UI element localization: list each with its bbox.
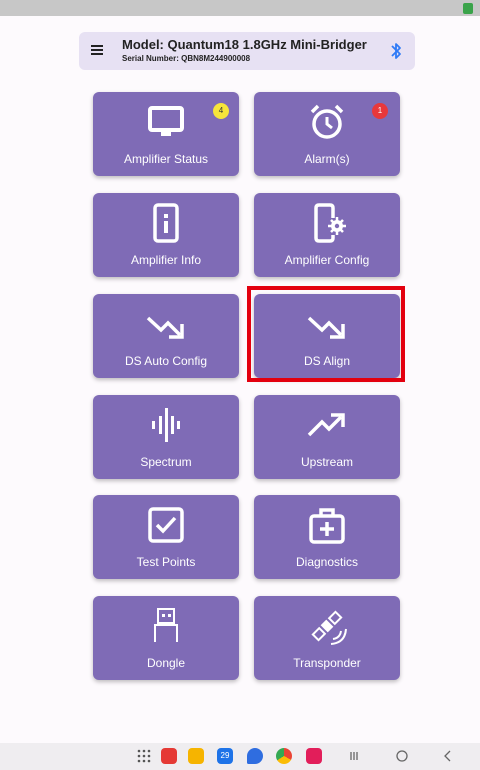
tile-label: Transponder (293, 656, 361, 670)
tile-dongle[interactable]: Dongle (93, 596, 239, 680)
alarm-count-badge: 1 (372, 103, 388, 119)
tile-label: Diagnostics (295, 555, 359, 569)
tile-label: Alarm(s) (304, 152, 350, 166)
tile-upstream[interactable]: Upstream (254, 395, 400, 479)
status-count-badge: 4 (213, 103, 229, 119)
app-drawer-icon[interactable] (136, 748, 152, 764)
tile-label: Dongle (146, 656, 186, 670)
tile-label: Amplifier Config (284, 253, 370, 267)
tile-label: DS Auto Config (124, 354, 208, 368)
folder-app-icon[interactable] (188, 748, 204, 764)
waveform-icon (152, 408, 180, 442)
tile-label: Upstream (300, 455, 353, 469)
tile-ds-align[interactable]: DS Align (254, 294, 400, 378)
tile-spectrum[interactable]: Spectrum (93, 395, 239, 479)
trending-up-icon (307, 413, 345, 437)
status-bar (0, 0, 480, 16)
tile-label: DS Align (303, 354, 351, 368)
menu-icon[interactable] (91, 45, 103, 55)
tile-label: Amplifier Info (130, 253, 202, 267)
tile-amplifier-config[interactable]: Amplifier Config (254, 193, 400, 277)
tile-diagnostics[interactable]: Diagnostics (254, 495, 400, 579)
messages-icon[interactable] (247, 748, 263, 764)
app-header: Model: Quantum18 1.8GHz Mini-Bridger Ser… (79, 32, 415, 70)
first-aid-kit-icon (309, 508, 345, 544)
trending-down-icon (307, 316, 345, 339)
device-settings-icon (314, 203, 346, 243)
tile-transponder[interactable]: Transponder (254, 596, 400, 680)
serial-number: Serial Number: QBN8M244900008 (122, 54, 251, 63)
usb-dongle-icon (154, 608, 178, 642)
tile-label: Amplifier Status (123, 152, 209, 166)
alarm-clock-icon (310, 104, 344, 139)
tile-label: Test Points (136, 555, 196, 569)
camera-app-icon[interactable] (306, 748, 322, 764)
model-title: Model: Quantum18 1.8GHz Mini-Bridger (122, 37, 367, 52)
tile-test-points[interactable]: Test Points (93, 495, 239, 579)
monitor-icon (148, 106, 184, 136)
recent-apps-icon[interactable] (346, 748, 362, 764)
back-icon[interactable] (440, 748, 456, 764)
system-taskbar: 29 (0, 743, 480, 770)
battery-icon (463, 3, 473, 14)
chrome-icon[interactable] (276, 748, 292, 764)
checkbox-icon (148, 507, 184, 543)
tile-amplifier-info[interactable]: Amplifier Info (93, 193, 239, 277)
satellite-icon (311, 610, 347, 645)
calendar-icon[interactable]: 29 (217, 748, 233, 764)
tile-alarms[interactable]: 1 Alarm(s) (254, 92, 400, 176)
home-icon[interactable] (394, 748, 410, 764)
tile-ds-auto-config[interactable]: DS Auto Config (93, 294, 239, 378)
info-device-icon (153, 203, 179, 243)
app-icon-red[interactable] (161, 748, 177, 764)
tile-amplifier-status[interactable]: 4 Amplifier Status (93, 92, 239, 176)
bluetooth-icon[interactable] (389, 41, 403, 61)
trending-down-icon (146, 316, 184, 339)
tile-label: Spectrum (140, 455, 192, 469)
